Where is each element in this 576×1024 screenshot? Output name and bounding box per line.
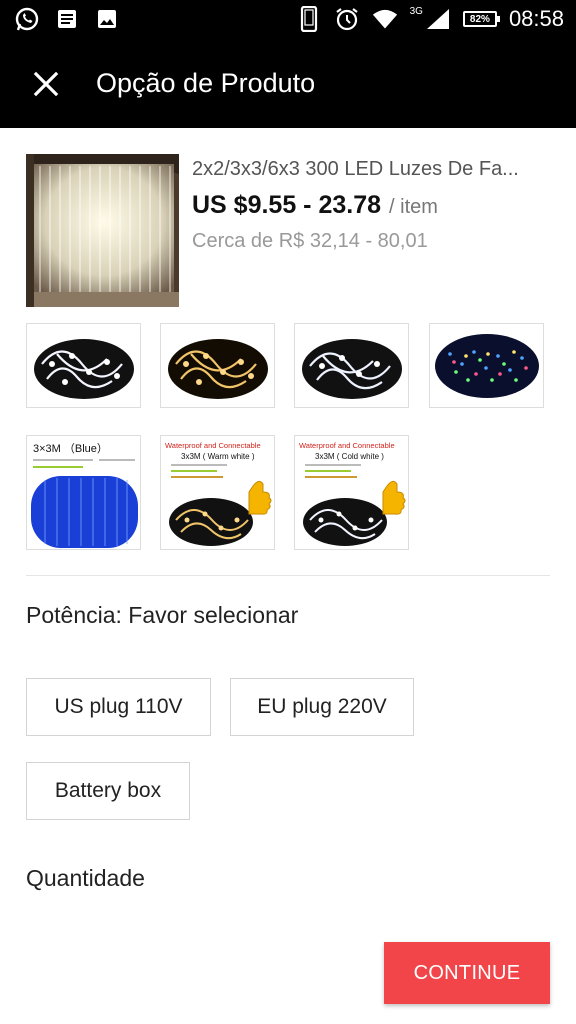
app-bar: Opção de Produto <box>0 40 576 128</box>
variant-thumbnail[interactable] <box>26 323 141 408</box>
product-price: US $9.55 - 23.78 <box>192 191 382 219</box>
page-title: Opção de Produto <box>96 68 316 98</box>
whatsapp-icon <box>14 6 40 32</box>
approx-price: Cerca de R$ 32,14 - 80,01 <box>192 230 428 252</box>
product-title: 2x2/3x3/6x3 300 LED Luzes De Fa... <box>192 158 519 180</box>
close-button[interactable] <box>26 64 66 104</box>
continue-button[interactable]: CONTINUE <box>384 942 550 1004</box>
option-us-plug-110v[interactable]: US plug 110V <box>26 678 211 736</box>
status-bar: 3G 82% 08:58 <box>0 0 576 40</box>
variant-thumbnail[interactable]: Waterproof and Connectable 3x3M ( Cold w… <box>294 435 409 550</box>
price-unit: / item <box>389 196 438 218</box>
wifi-icon <box>372 6 398 32</box>
notes-icon <box>54 6 80 32</box>
variant-thumbnail[interactable] <box>160 323 275 408</box>
variant-thumbnail[interactable] <box>294 323 409 408</box>
option-battery-box[interactable]: Battery box <box>26 762 190 820</box>
product-image <box>26 154 179 307</box>
divider <box>26 575 550 576</box>
thumbnail-title: Waterproof and Connectable <box>299 441 395 450</box>
thumbnail-title: 3×3M （Blue） <box>33 442 108 455</box>
price-row: US $9.55 - 23.78 / item <box>192 191 438 220</box>
alarm-icon <box>334 6 360 32</box>
variant-thumbnail[interactable]: Waterproof and Connectable 3x3M ( Warm w… <box>160 435 275 550</box>
battery-level: 82% <box>469 13 490 25</box>
network-type: 3G <box>409 5 423 17</box>
quantity-label: Quantidade <box>26 865 145 891</box>
variant-thumbnail[interactable]: 3×3M （Blue） <box>26 435 141 550</box>
thumbnail-subtitle: 3x3M ( Warm white ) <box>181 452 255 461</box>
phone-icon <box>296 6 322 32</box>
signal-icon <box>425 6 451 32</box>
battery-icon: 82% <box>462 11 500 27</box>
option-eu-plug-220v[interactable]: EU plug 220V <box>230 678 414 736</box>
variant-thumbnail[interactable] <box>429 323 544 408</box>
thumbnail-subtitle: 3x3M ( Cold white ) <box>315 452 384 461</box>
clock: 08:58 <box>508 6 564 31</box>
thumbnail-title: Waterproof and Connectable <box>165 441 261 450</box>
gallery-icon <box>94 6 120 32</box>
close-icon <box>33 71 59 97</box>
power-label: Potência: Favor selecionar <box>26 602 299 628</box>
